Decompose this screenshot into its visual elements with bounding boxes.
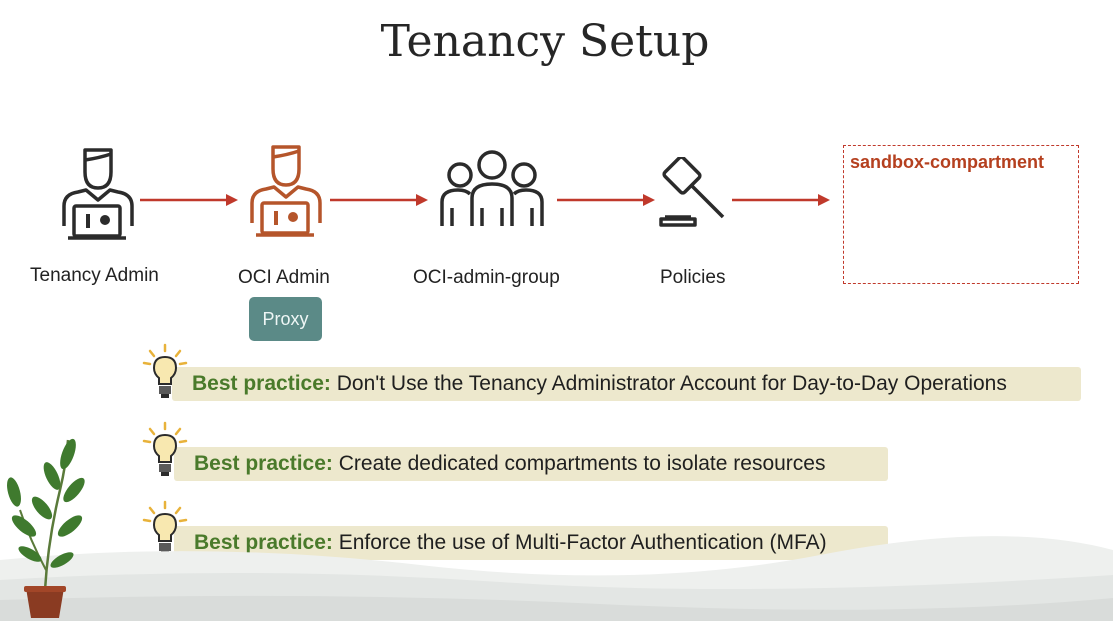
sandbox-compartment-box: sandbox-compartment bbox=[843, 145, 1079, 284]
admin-user-icon bbox=[62, 148, 134, 240]
arrow-connector bbox=[732, 194, 830, 206]
best-practice-text: Create dedicated compartments to isolate… bbox=[338, 452, 826, 475]
arrow-connector bbox=[557, 194, 655, 206]
gavel-icon bbox=[659, 157, 725, 227]
node-label-oci-admin-group: OCI-admin-group bbox=[413, 267, 560, 288]
user-group-icon bbox=[440, 150, 544, 226]
best-practice-item: Best practice: Don't Use the Tenancy Adm… bbox=[172, 367, 1081, 401]
lightbulb-icon bbox=[142, 421, 188, 476]
lightbulb-icon bbox=[142, 343, 188, 398]
proxy-badge: Proxy bbox=[249, 297, 322, 341]
best-practice-prefix: Best practice: bbox=[192, 372, 331, 395]
best-practice-text: Don't Use the Tenancy Administrator Acco… bbox=[336, 372, 1007, 395]
potted-plant-icon bbox=[7, 438, 85, 618]
sandbox-compartment-label: sandbox-compartment bbox=[850, 152, 1045, 172]
best-practice-item: Best practice: Create dedicated compartm… bbox=[174, 447, 888, 481]
page-title: Tenancy Setup bbox=[380, 16, 710, 67]
landscape-decoration bbox=[0, 536, 1113, 621]
node-label-policies: Policies bbox=[660, 267, 726, 288]
best-practice-prefix: Best practice: bbox=[194, 452, 333, 475]
node-label-oci-admin: OCI Admin bbox=[238, 267, 330, 288]
arrow-connector bbox=[140, 194, 238, 206]
arrow-connector bbox=[330, 194, 428, 206]
admin-user-icon bbox=[250, 145, 322, 237]
node-label-tenancy-admin: Tenancy Admin bbox=[30, 265, 159, 286]
